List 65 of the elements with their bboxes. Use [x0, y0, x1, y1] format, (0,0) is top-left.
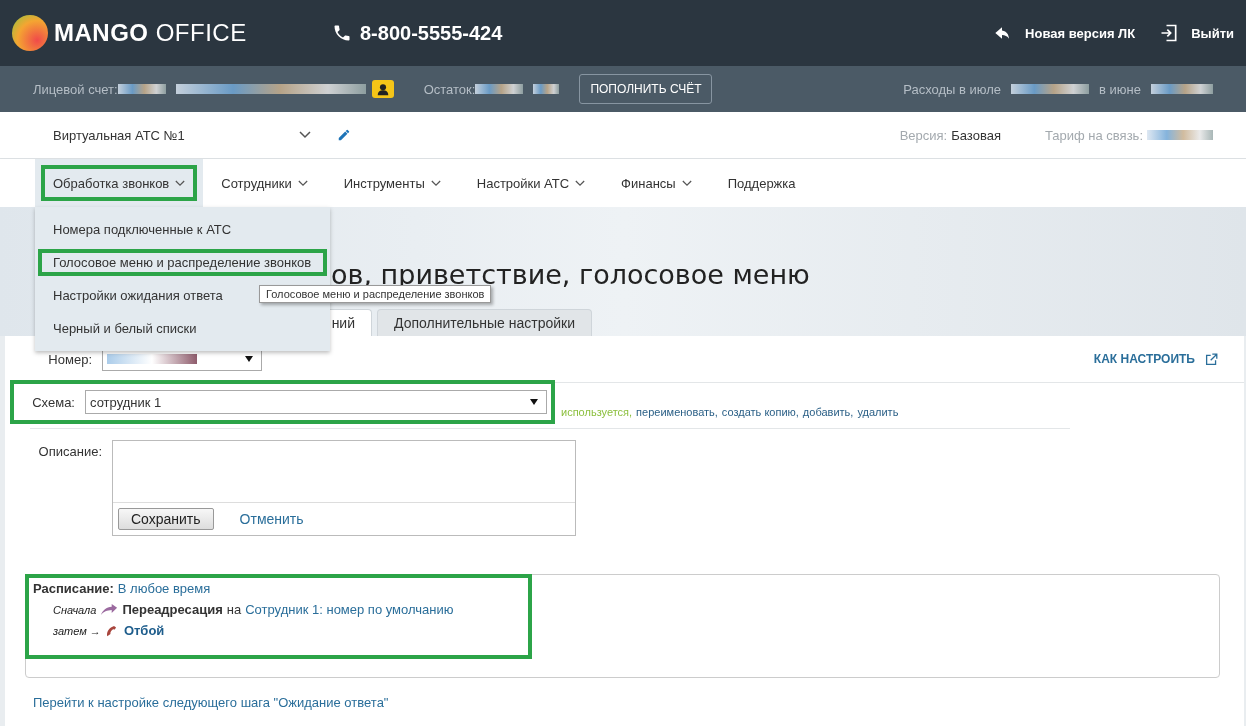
redacted-value [1147, 130, 1213, 140]
redacted-value [533, 84, 560, 94]
exit-icon [1159, 23, 1180, 43]
number-label: Номер: [47, 351, 93, 367]
account-label: Лицевой счет: [33, 81, 118, 97]
version-label: Версия: [899, 127, 948, 143]
dropdown-menu-item[interactable]: Номера подключенные к АТС [35, 213, 330, 246]
chevron-down-icon[interactable] [430, 179, 441, 187]
logo-icon [12, 15, 48, 51]
chevron-down-icon[interactable] [299, 131, 311, 139]
pencil-icon[interactable] [337, 128, 351, 142]
step-target-link[interactable]: Сотрудник 1: номер по умолчанию [245, 602, 454, 617]
top-up-button[interactable]: ПОПОЛНИТЬ СЧЁТ [579, 74, 713, 104]
redacted-value [117, 84, 166, 94]
schedule-time-link[interactable]: В любое время [117, 581, 211, 596]
save-button[interactable]: Сохранить [118, 508, 214, 530]
redacted-value [1151, 84, 1213, 94]
schedule-label: Расписание: [33, 581, 114, 596]
nav-menu-item[interactable]: Инструменты [325, 159, 459, 207]
chevron-down-icon[interactable] [175, 179, 186, 187]
chevron-down-icon[interactable] [681, 179, 692, 187]
nav-menu-item[interactable]: Финансы [603, 159, 710, 207]
description-label: Описание: [37, 443, 103, 461]
dropdown-arrow-icon[interactable] [530, 399, 538, 405]
redacted-value [475, 84, 524, 94]
scheme-action-link[interactable]: удалить [857, 406, 899, 418]
nav-menu-item[interactable]: Настройки АТС [458, 159, 604, 207]
dropdown-menu-item[interactable]: Черный и белый списки [35, 312, 330, 345]
external-link-icon[interactable] [1205, 352, 1218, 366]
forward-arrow-icon [100, 603, 119, 616]
scheme-label: Схема: [31, 394, 76, 410]
phone-icon [332, 23, 352, 43]
step-action: Переадресация [122, 602, 223, 617]
how-to-configure-link[interactable]: КАК НАСТРОИТЬ [1093, 352, 1195, 366]
scheme-action-link[interactable]: добавить, [802, 406, 854, 418]
nav-menu-item[interactable]: Обработка звонков [35, 159, 204, 207]
expenses-label: Расходы в июле [903, 81, 1002, 97]
step-action-link[interactable]: Отбой [123, 623, 165, 638]
header-link[interactable]: Новая версия ЛК [991, 23, 1136, 43]
version-value: Базовая [951, 127, 1001, 143]
step-prefix: Сначала [53, 603, 97, 616]
logo-text[interactable]: MANGO OFFICE [54, 19, 247, 47]
header-link[interactable]: Выйти [1159, 23, 1234, 43]
description-field[interactable]: Сохранить Отменить [112, 440, 576, 536]
scheme-status: используется, [561, 406, 633, 418]
step-connector: на [226, 602, 242, 617]
cancel-link[interactable]: Отменить [239, 511, 304, 527]
balance-label: Остаток: [423, 81, 476, 97]
pbx-selector[interactable]: Виртуальная АТС №1 [53, 127, 299, 143]
chevron-down-icon[interactable] [575, 179, 586, 187]
nav-menu-item[interactable]: Поддержка [709, 159, 814, 207]
scheme-action-link[interactable]: переименовать, [636, 406, 718, 418]
chevron-down-icon[interactable] [297, 179, 308, 187]
nav-menu-item[interactable]: Сотрудники [203, 159, 326, 207]
scheme-select[interactable]: сотрудник 1 [85, 390, 547, 414]
next-step-link[interactable]: Перейти к настройке следующего шага "Ожидание ответа" [33, 695, 389, 710]
june-label: в июне [1099, 81, 1141, 97]
support-icon[interactable] [371, 80, 394, 98]
tab[interactable]: Дополнительные настройки [377, 309, 592, 336]
dropdown-menu-item[interactable]: Голосовое меню и распределение звонков [35, 246, 330, 279]
phone-number: 8-800-5555-424 [360, 21, 503, 45]
step-prefix: затем → [53, 624, 101, 637]
scheme-action-link[interactable]: создать копию, [721, 406, 799, 418]
tariff-label: Тариф на связь: [1044, 127, 1143, 143]
tooltip: Голосовое меню и распределение звонков [259, 285, 492, 303]
